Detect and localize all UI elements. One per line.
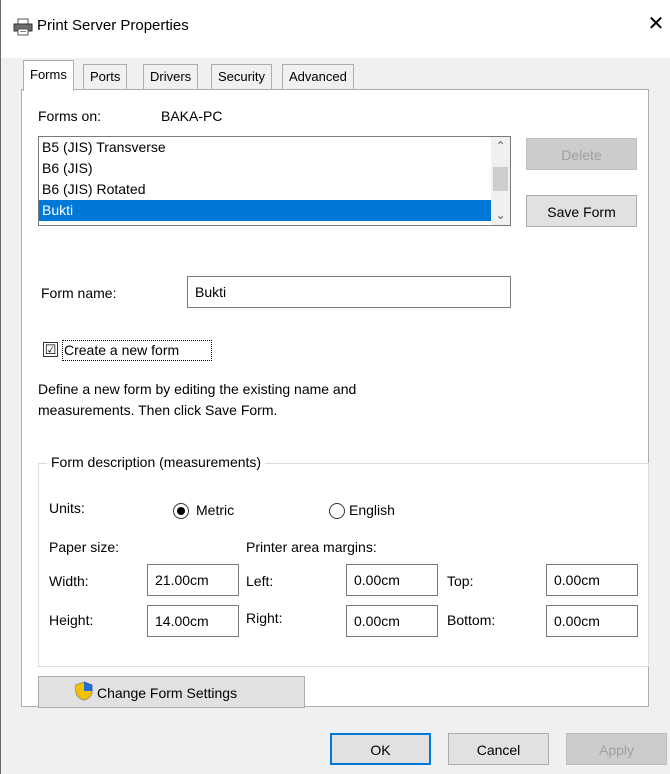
list-item[interactable]: B5 (JIS) Transverse [39,137,491,158]
height-input[interactable]: 14.00cm [147,605,239,637]
create-new-form-checkbox[interactable]: ☑ [43,342,58,357]
scroll-thumb[interactable] [493,167,508,191]
height-label: Height: [49,612,94,628]
metric-label[interactable]: Metric [196,502,234,518]
title-bar: Print Server Properties ✕ [1,0,670,58]
english-radio[interactable] [329,503,345,519]
description-line-2: measurements. Then click Save Form. [38,402,278,418]
list-scrollbar[interactable]: ⌃ ⌄ [491,137,510,225]
apply-button[interactable]: Apply [566,733,667,765]
left-margin-input[interactable]: 0.00cm [346,564,438,596]
chevron-down-icon[interactable]: ⌄ [491,206,510,225]
english-label[interactable]: English [349,502,395,518]
form-name-input[interactable]: Bukti [187,276,511,308]
tab-security-label: Security [218,69,265,84]
create-new-form-label[interactable]: Create a new form [64,342,179,358]
dialog-window: Print Server Properties ✕ Forms Ports Dr… [0,0,670,774]
measurements-group-title: Form description (measurements) [47,454,266,470]
tab-ports[interactable]: Ports [83,64,128,90]
right-label: Right: [246,610,283,626]
bottom-margin-input[interactable]: 0.00cm [546,605,638,637]
tab-advanced-label: Advanced [289,69,347,84]
forms-listbox[interactable]: B5 (JIS) Transverse B6 (JIS) B6 (JIS) Ro… [38,136,511,226]
list-item[interactable]: B6 (JIS) Rotated [39,179,491,200]
left-label: Left: [246,573,274,589]
tab-drivers-label: Drivers [150,69,192,84]
paper-size-label: Paper size: [49,539,120,555]
delete-button[interactable]: Delete [526,138,637,170]
ok-button[interactable]: OK [330,733,431,765]
tab-security[interactable]: Security [211,64,272,90]
description-line-1: Define a new form by editing the existin… [38,381,357,397]
server-name: BAKA-PC [161,108,223,124]
metric-radio[interactable] [173,503,189,519]
units-label: Units: [49,500,85,516]
tab-forms-label: Forms [30,67,67,82]
tab-forms[interactable]: Forms [23,60,74,91]
shield-icon [75,681,93,701]
list-item[interactable]: B6 (JIS) [39,158,491,179]
tab-drivers[interactable]: Drivers [143,64,199,90]
tab-ports-label: Ports [90,69,121,84]
close-icon[interactable]: ✕ [646,12,666,36]
window-title: Print Server Properties [37,17,189,34]
form-name-label: Form name: [41,285,117,301]
width-input[interactable]: 21.00cm [147,564,239,596]
tab-advanced[interactable]: Advanced [282,64,354,90]
list-item-selected[interactable]: Bukti [39,200,491,221]
cancel-button[interactable]: Cancel [448,733,549,765]
save-form-button[interactable]: Save Form [526,195,637,227]
forms-on-label: Forms on: [38,108,102,124]
chevron-up-icon[interactable]: ⌃ [491,137,510,156]
radio-dot [177,507,185,515]
top-label: Top: [447,573,474,589]
bottom-label: Bottom: [447,612,496,628]
printer-icon [13,18,33,36]
width-label: Width: [49,573,89,589]
margins-label: Printer area margins: [246,539,377,555]
right-margin-input[interactable]: 0.00cm [346,605,438,637]
top-margin-input[interactable]: 0.00cm [546,564,638,596]
